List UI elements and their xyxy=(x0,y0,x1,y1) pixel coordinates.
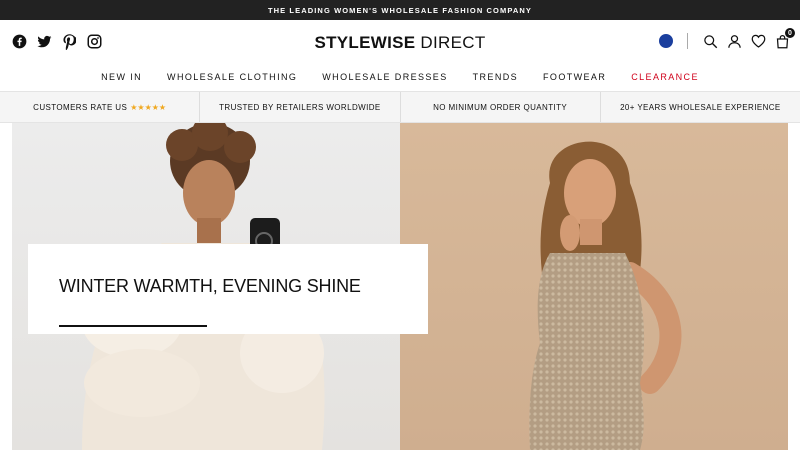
rating-stars-icon: ★★★★★ xyxy=(130,102,167,112)
model-sequin-dress-illustration xyxy=(529,141,682,450)
nav-item-footwear[interactable]: FOOTWEAR xyxy=(531,72,619,82)
usp-item-experience: 20+ YEARS WHOLESALE EXPERIENCE xyxy=(601,92,800,122)
pinterest-icon[interactable] xyxy=(62,33,77,50)
usp-label: CUSTOMERS RATE US xyxy=(33,102,128,112)
usp-label: 20+ YEARS WHOLESALE EXPERIENCE xyxy=(620,102,781,112)
usp-bar: CUSTOMERS RATE US ★★★★★ TRUSTED BY RETAI… xyxy=(0,91,800,123)
search-icon[interactable] xyxy=(702,33,718,49)
site-header: STYLEWISE DIRECT 0 xyxy=(0,20,800,63)
hero-title: WINTER WARMTH, EVENING SHINE xyxy=(59,276,361,296)
usp-label: NO MINIMUM ORDER QUANTITY xyxy=(433,102,568,112)
header-actions: 0 xyxy=(659,28,795,49)
facebook-icon[interactable] xyxy=(12,34,27,49)
usp-label: TRUSTED BY RETAILERS WORLDWIDE xyxy=(219,102,381,112)
bag-icon[interactable]: 0 xyxy=(774,28,795,49)
nav-item-wholesale-clothing[interactable]: WHOLESALE CLOTHING xyxy=(155,72,310,82)
nav-item-clearance[interactable]: CLEARANCE xyxy=(619,72,712,82)
bag-count-badge: 0 xyxy=(785,28,795,38)
brand-name-light: DIRECT xyxy=(415,33,486,52)
hero-caption-card[interactable]: WINTER WARMTH, EVENING SHINE xyxy=(28,244,428,334)
region-flag-icon[interactable] xyxy=(659,34,673,48)
nav-item-wholesale-dresses[interactable]: WHOLESALE DRESSES xyxy=(310,72,460,82)
nav-item-new-in[interactable]: NEW IN xyxy=(89,72,155,82)
announcement-bar: THE LEADING WOMEN'S WHOLESALE FASHION CO… xyxy=(0,0,800,20)
instagram-icon[interactable] xyxy=(87,34,102,49)
header-divider xyxy=(687,33,688,49)
social-links xyxy=(12,33,102,50)
hero-image-right[interactable] xyxy=(400,123,788,450)
main-nav: NEW IN WHOLESALE CLOTHING WHOLESALE DRES… xyxy=(0,63,800,91)
usp-item-trusted: TRUSTED BY RETAILERS WORLDWIDE xyxy=(200,92,401,122)
hero-title-underline xyxy=(59,325,207,327)
usp-item-rating[interactable]: CUSTOMERS RATE US ★★★★★ xyxy=(0,92,201,122)
nav-item-trends[interactable]: TRENDS xyxy=(460,72,530,82)
twitter-icon[interactable] xyxy=(37,34,52,49)
brand-name-bold: STYLEWISE xyxy=(314,33,416,52)
announcement-text: THE LEADING WOMEN'S WHOLESALE FASHION CO… xyxy=(267,5,533,15)
usp-item-no-minimum: NO MINIMUM ORDER QUANTITY xyxy=(401,92,601,122)
wishlist-icon[interactable] xyxy=(750,33,766,49)
account-icon[interactable] xyxy=(726,33,742,49)
